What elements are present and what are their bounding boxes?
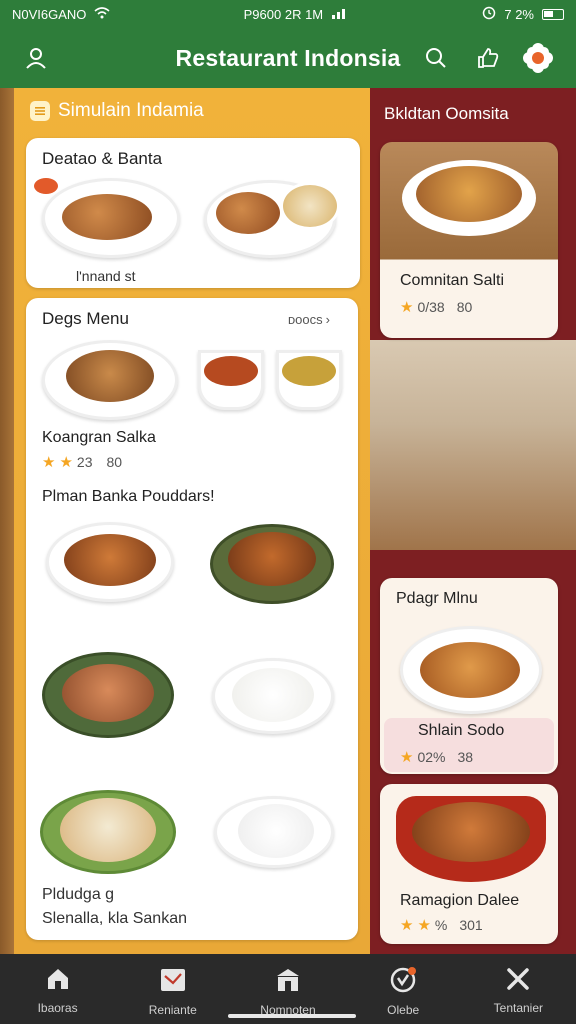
status-right: 7 2% [504, 6, 534, 22]
food-image [228, 532, 316, 586]
food-image [34, 178, 58, 194]
nav-item-store[interactable]: Nomnoten [238, 966, 338, 1017]
status-left: N0VI6GANO [12, 6, 87, 22]
bottom-caption-line1: Pldudga g [42, 886, 115, 903]
popular-card-title: Pdagr Mlnu [396, 590, 478, 607]
food-image [66, 350, 154, 402]
offers-icon [389, 966, 417, 997]
recommended-card-rating: ★ 0/38 80 [400, 298, 472, 316]
rating-value: 02% [417, 749, 446, 765]
status-bar: N0VI6GANO P9600 2R 1M 7 2% [0, 0, 576, 28]
nav-item-tools[interactable]: Tentanier [468, 966, 568, 1015]
restaurant-scene-image [370, 340, 576, 550]
food-image [64, 534, 156, 586]
food-image [62, 664, 154, 722]
nav-label: Tentanier [493, 1001, 544, 1015]
store-icon [274, 966, 302, 997]
bottom-caption-line2: Slenalla, kla Sankan [42, 910, 187, 927]
featured-card-title: Deatao & Banta [42, 149, 163, 168]
alarm-icon [482, 6, 496, 23]
tools-icon [505, 966, 531, 995]
see-more-label: ᴅoᴏcs [288, 312, 323, 327]
featured-card-caption: l'nnand st [76, 268, 136, 284]
left-panel-title: Simulain Indamia [58, 100, 204, 121]
rating-count: 301 [459, 917, 483, 933]
star-icon: ★ [400, 299, 414, 316]
rating-count: 80 [456, 299, 473, 315]
chevron-right-icon: › [325, 312, 330, 327]
special-card-name: Ramagion Dalee [400, 892, 520, 909]
food-image [416, 166, 522, 222]
star-icon: ★ [417, 917, 431, 934]
home-icon [45, 966, 71, 995]
status-center: P9600 2R 1M [243, 6, 324, 22]
battery-icon [542, 8, 564, 20]
star-icon: ★ [42, 454, 56, 471]
flower-settings-icon[interactable] [522, 42, 554, 74]
nav-item-inbox[interactable]: Reniante [123, 966, 223, 1017]
food-image [238, 804, 314, 858]
signal-icon [331, 7, 349, 22]
nav-item-offers[interactable]: Olebe [353, 966, 453, 1017]
menu-list-icon [30, 101, 50, 121]
food-image [282, 356, 336, 386]
dish-rating: ★ ★ 23 80 [42, 453, 122, 471]
app-bar: Restaurant Indonsia [0, 28, 576, 88]
star-icon: ★ [59, 454, 73, 471]
profile-icon[interactable] [20, 42, 52, 74]
see-more-link[interactable]: ᴅoᴏcs › [288, 312, 330, 327]
food-image [232, 668, 314, 722]
rating-value: % [434, 917, 448, 933]
food-image [216, 192, 280, 234]
section-title: Plman Banka Pouddars! [42, 488, 215, 505]
nav-label: Olebe [387, 1003, 420, 1017]
dish-rating-value: 23 [76, 454, 93, 470]
popular-card-name: Shlain Sodo [418, 722, 505, 739]
like-icon[interactable] [472, 42, 504, 74]
inbox-icon [159, 966, 187, 997]
star-icon: ★ [400, 749, 414, 766]
nav-item-home[interactable]: Ibaoras [8, 966, 108, 1015]
search-icon[interactable] [420, 42, 452, 74]
food-image [204, 356, 258, 386]
popular-card-rating: ★ 02% 38 [400, 748, 473, 766]
page-title: Restaurant Indonsia [175, 44, 401, 71]
recommended-card-name: Comnitan Salti [400, 272, 505, 289]
special-card-rating: ★ ★ % 301 [400, 916, 483, 934]
star-icon: ★ [400, 917, 414, 934]
dish-name: Koangran Salka [42, 429, 156, 446]
food-image [62, 194, 152, 240]
dish-rating-count: 80 [106, 454, 123, 470]
menu-card-title: Degs Menu [42, 309, 129, 328]
rating-count: 38 [457, 749, 474, 765]
food-image [280, 182, 340, 230]
nav-label: Ibaoras [37, 1001, 78, 1015]
food-image [420, 642, 520, 698]
nav-label: Reniante [148, 1003, 197, 1017]
home-indicator[interactable] [228, 1014, 356, 1018]
rating-value: 0/38 [417, 299, 445, 315]
food-image [60, 798, 156, 862]
wifi-icon [94, 6, 110, 22]
right-panel-title: Bkldtan Oomsita [384, 104, 509, 123]
left-panel-header: Simulain Indamia [30, 100, 204, 122]
food-image [412, 802, 530, 862]
